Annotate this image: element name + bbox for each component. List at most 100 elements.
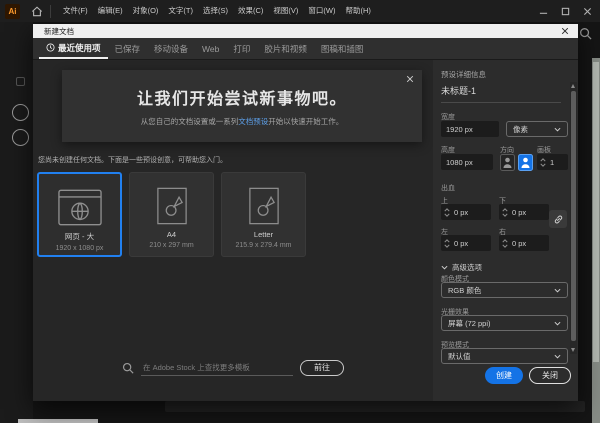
close-window-button[interactable] [583,7,592,16]
go-button[interactable]: 前往 [300,360,344,376]
unit-dropdown[interactable]: 像素 [506,121,568,137]
taskbar-sliver [18,419,98,423]
bleed-left-input[interactable]: 0 px [441,235,491,251]
stepper-arrows-icon[interactable] [502,239,508,248]
new-document-dialog: 新建文档 最近使用项 已保存 移动设备 Web 打印 胶片和视频 图稿和插图 [33,24,578,401]
menu-object[interactable]: 对象(O) [128,0,164,22]
advanced-options-toggle[interactable]: 高级选项 [441,262,482,273]
welcome-subtitle: 从您自己的文档设置或一系列文档预设开始以快速开始工作。 [62,116,422,127]
document-name-field[interactable]: 未标题-1 [441,84,561,103]
preset-card-web-large[interactable]: 网页 - 大 1920 x 1080 px [37,172,122,257]
preset-details-panel: 预设详细信息 未标题-1 宽度 1920 px 像素 高度 1080 px 方向… [433,60,578,401]
preset-name: A4 [167,230,176,239]
dialog-titlebar: 新建文档 [33,24,578,38]
scroll-up-icon[interactable] [571,84,575,88]
stepper-arrows-icon[interactable] [444,239,450,248]
home-icon[interactable] [31,6,43,17]
create-button[interactable]: 创建 [485,367,523,384]
tab-print[interactable]: 打印 [226,38,257,59]
window-scrollbar-thumb[interactable] [593,62,599,362]
chevron-down-icon [554,288,561,293]
raster-effects-dropdown[interactable]: 屏幕 (72 ppi) [441,315,568,331]
bleed-bottom-value: 0 px [512,208,526,217]
preset-size: 1920 x 1080 px [56,245,104,252]
print-preset-icon [249,186,279,226]
preset-card-letter[interactable]: Letter 215.9 x 279.4 mm [221,172,306,257]
background-circle-icon [12,104,29,121]
dialog-content: 让我们开始尝试新事物吧。 从您自己的文档设置或一系列文档预设开始以快速开始工作。… [33,60,433,401]
print-preset-icon [157,186,187,226]
orientation-portrait-icon[interactable] [500,154,515,171]
tab-web[interactable]: Web [195,38,226,59]
app-titlebar: Ai 文件(F) 编辑(E) 对象(O) 文字(T) 选择(S) 效果(C) 视… [0,0,600,22]
menu-window[interactable]: 窗口(W) [303,0,340,22]
width-input[interactable]: 1920 px [441,121,499,137]
preset-size: 210 x 297 mm [149,242,193,249]
panel-scrollbar[interactable] [570,82,577,354]
color-mode-dropdown[interactable]: RGB 颜色 [441,282,568,298]
window-scrollbar[interactable] [592,58,600,423]
tab-film-video[interactable]: 胶片和视频 [257,38,314,59]
welcome-heading: 让我们开始尝试新事物吧。 [62,85,422,109]
unit-value: 像素 [513,124,528,135]
raster-effects-value: 屏幕 (72 ppi) [448,318,491,329]
color-mode-value: RGB 颜色 [448,285,481,296]
stepper-arrows-icon[interactable] [502,208,508,217]
orientation-landscape-icon[interactable] [518,154,533,171]
search-icon[interactable] [579,27,592,40]
background-panel [165,401,585,412]
menu-view[interactable]: 视图(V) [268,0,303,22]
preview-mode-value: 默认值 [448,351,471,362]
stock-search-input[interactable] [141,361,293,376]
tab-mobile[interactable]: 移动设备 [147,38,195,59]
chevron-down-icon [554,354,561,359]
tab-recent-label: 最近使用项 [58,42,101,54]
close-button[interactable]: 关闭 [529,367,571,384]
preset-name: 网页 - 大 [65,231,94,242]
clock-icon [46,43,55,52]
bleed-label: 出血 [441,183,455,193]
panel-scrollbar-thumb[interactable] [571,91,576,341]
minimize-button[interactable] [539,7,548,16]
menu-type[interactable]: 文字(T) [163,0,198,22]
bleed-bottom-input[interactable]: 0 px [499,204,549,220]
advanced-options-label: 高级选项 [452,262,482,273]
illustrator-logo-icon: Ai [5,4,20,19]
maximize-button[interactable] [561,7,570,16]
dialog-close-icon[interactable] [561,27,569,35]
bleed-right-input[interactable]: 0 px [499,235,549,251]
artboards-value: 1 [550,158,554,167]
scroll-down-icon[interactable] [571,348,575,352]
titlebar-divider [50,5,51,18]
bleed-top-input[interactable]: 0 px [441,204,491,220]
tab-recent[interactable]: 最近使用项 [39,38,108,59]
tab-art-illustration[interactable]: 图稿和插图 [314,38,371,59]
menu-effect[interactable]: 效果(C) [233,0,268,22]
stepper-arrows-icon[interactable] [540,158,546,167]
welcome-close-icon[interactable] [406,75,414,83]
height-input[interactable]: 1080 px [441,154,493,170]
menu-select[interactable]: 选择(S) [198,0,233,22]
bleed-left-value: 0 px [454,239,468,248]
menu-edit[interactable]: 编辑(E) [93,0,128,22]
background-thumbnail [16,77,25,86]
preset-size: 215.9 x 279.4 mm [235,242,291,249]
preset-name: Letter [254,230,273,239]
menu-help[interactable]: 帮助(H) [341,0,376,22]
web-preset-icon [58,187,102,227]
chevron-down-icon [441,265,448,270]
stepper-arrows-icon[interactable] [444,208,450,217]
menu-file[interactable]: 文件(F) [58,0,93,22]
preview-mode-dropdown[interactable]: 默认值 [441,348,568,364]
welcome-subtitle-suffix: 开始以快速开始工作。 [268,117,343,126]
details-header: 预设详细信息 [441,69,486,80]
background-circle-icon [12,129,29,146]
bleed-link-icon[interactable] [549,210,567,228]
category-tabs: 最近使用项 已保存 移动设备 Web 打印 胶片和视频 图稿和插图 [33,38,578,60]
artboards-stepper[interactable]: 1 [537,154,568,170]
document-presets-link[interactable]: 文档预设 [238,117,268,126]
chevron-down-icon [554,127,561,132]
window-controls [539,7,592,16]
preset-card-a4[interactable]: A4 210 x 297 mm [129,172,214,257]
tab-saved[interactable]: 已保存 [108,38,148,59]
